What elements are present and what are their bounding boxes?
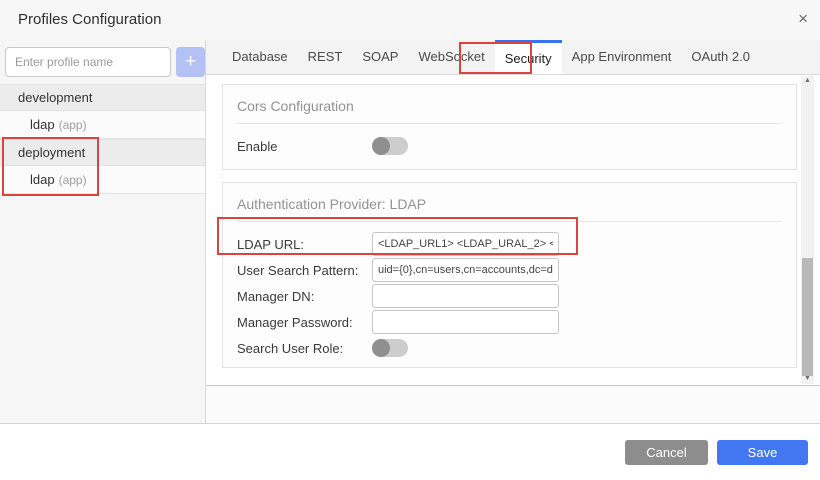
toggle-knob — [372, 339, 390, 357]
scroll-down-arrow-icon[interactable]: ▼ — [801, 374, 814, 384]
profile-name-input[interactable] — [5, 47, 171, 77]
ldap-url-input[interactable] — [372, 232, 559, 256]
enable-label: Enable — [237, 139, 372, 154]
tab-database[interactable]: Database — [222, 40, 298, 74]
profile-label: deployment — [18, 145, 85, 160]
tab-app-environment[interactable]: App Environment — [562, 40, 682, 74]
scrollbar-thumb[interactable] — [802, 258, 813, 376]
sidebar-item-deployment[interactable]: deployment — [0, 139, 205, 166]
main-panel: Database REST SOAP WebSocket Security Ap… — [205, 40, 820, 423]
profiles-configuration-dialog: Profiles Configuration × + development l… — [0, 0, 820, 480]
profile-type-suffix: (app) — [59, 173, 87, 187]
profile-type-suffix: (app) — [59, 118, 87, 132]
profile-list: development ldap (app) deployment ldap (… — [0, 84, 205, 194]
cors-section-title: Cors Configuration — [223, 85, 796, 123]
cors-enable-toggle[interactable] — [372, 137, 408, 155]
ldap-url-label: LDAP URL: — [237, 237, 372, 252]
manager-password-input[interactable] — [372, 310, 559, 334]
search-user-role-label: Search User Role: — [237, 341, 372, 356]
tab-soap[interactable]: SOAP — [352, 40, 408, 74]
user-search-pattern-input[interactable] — [372, 258, 559, 282]
scroll-up-arrow-icon[interactable]: ▲ — [801, 76, 814, 86]
manager-password-label: Manager Password: — [237, 315, 372, 330]
save-button[interactable]: Save — [717, 440, 808, 465]
profile-label: development — [18, 90, 92, 105]
authentication-provider-card: Authentication Provider: LDAP LDAP URL: … — [222, 182, 797, 368]
close-icon[interactable]: × — [798, 9, 808, 29]
profiles-sidebar: + development ldap (app) deployment ldap… — [0, 40, 205, 423]
manager-dn-input[interactable] — [372, 284, 559, 308]
auth-section-title: Authentication Provider: LDAP — [223, 183, 796, 221]
sidebar-item-development-ldap[interactable]: ldap (app) — [0, 111, 205, 139]
cancel-button[interactable]: Cancel — [625, 440, 708, 465]
cors-configuration-card: Cors Configuration Enable — [222, 84, 797, 170]
security-tab-content: Cors Configuration Enable Authentication… — [206, 75, 820, 385]
dialog-title: Profiles Configuration — [18, 11, 161, 28]
toggle-knob — [372, 137, 390, 155]
vertical-scrollbar[interactable]: ▲ ▼ — [801, 76, 814, 384]
content-footer-strip — [206, 386, 820, 423]
tab-bar: Database REST SOAP WebSocket Security Ap… — [206, 40, 820, 75]
search-user-role-toggle[interactable] — [372, 339, 408, 357]
manager-dn-label: Manager DN: — [237, 289, 372, 304]
tab-security[interactable]: Security — [495, 40, 562, 74]
user-search-pattern-label: User Search Pattern: — [237, 263, 372, 278]
tab-websocket[interactable]: WebSocket — [408, 40, 494, 74]
profile-label: ldap — [30, 172, 55, 187]
titlebar: Profiles Configuration × — [0, 0, 820, 40]
sidebar-item-development[interactable]: development — [0, 84, 205, 111]
profile-name-row: + — [5, 47, 205, 77]
sidebar-item-deployment-ldap[interactable]: ldap (app) — [0, 166, 205, 194]
tab-rest[interactable]: REST — [298, 40, 353, 74]
profile-label: ldap — [30, 117, 55, 132]
add-profile-button[interactable]: + — [176, 47, 205, 77]
tab-oauth[interactable]: OAuth 2.0 — [681, 40, 760, 74]
footer: Cancel Save — [0, 424, 820, 480]
